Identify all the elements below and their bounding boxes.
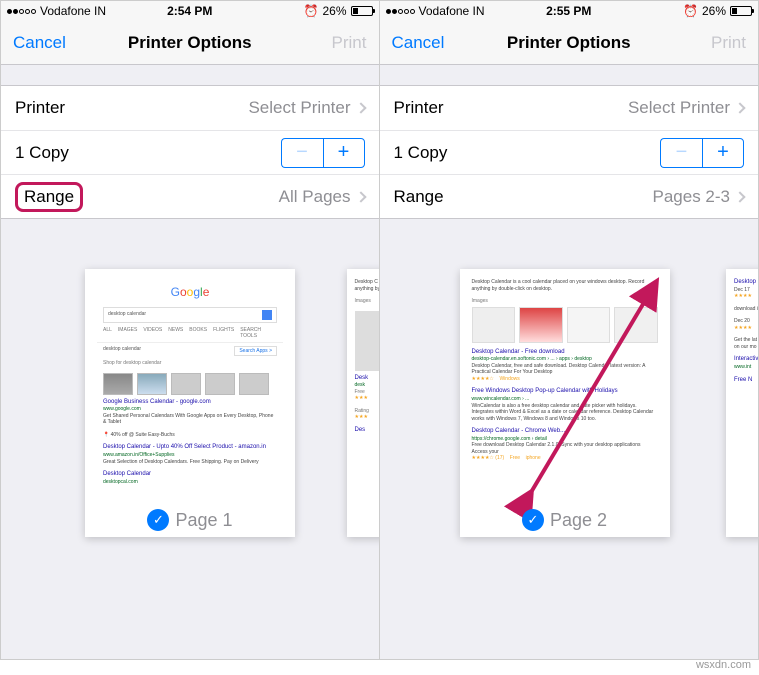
page-title: Printer Options [128,33,252,53]
page-thumbnail-2[interactable]: Desktop Calendar is a cool calendar plac… [460,269,670,537]
watermark: wsxdn.com [696,659,751,671]
row-range[interactable]: Range All Pages [1,174,379,218]
panel-right: Vodafone IN 2:55 PM ⏰ 26% Cancel Printer… [380,1,759,659]
row-range[interactable]: Range Pages 2-3 [380,174,759,218]
printer-value: Select Printer [628,98,730,118]
printer-value: Select Printer [248,98,350,118]
settings-list: Printer Select Printer 1 Copy − + Range … [380,85,759,219]
copies-label: 1 Copy [15,143,69,163]
cancel-button[interactable]: Cancel [13,33,66,53]
screenshot-pair: Vodafone IN 2:54 PM ⏰ 26% Cancel Printer… [0,0,759,660]
range-label: Range [394,187,444,207]
row-copies: 1 Copy − + [1,130,379,174]
settings-list: Printer Select Printer 1 Copy − + Range [1,85,379,219]
clock-time: 2:54 PM [167,4,212,18]
clock-time: 2:55 PM [546,4,591,18]
chevron-right-icon [734,191,745,202]
signal-strength-icon [7,9,36,14]
decrement-button[interactable]: − [281,138,323,168]
range-value: Pages 2-3 [653,187,731,207]
nav-bar: Cancel Printer Options Print [380,21,759,65]
copies-stepper: − + [281,138,365,168]
check-icon: ✓ [147,509,169,531]
alarm-icon: ⏰ [304,4,319,18]
page-thumbnail-next[interactable]: DesktopDec 17★★★★ download i Dec 20★★★★ … [726,269,758,537]
copies-label: 1 Copy [394,143,448,163]
chevron-right-icon [355,191,366,202]
carrier-label: Vodafone IN [40,4,106,18]
print-button[interactable]: Print [711,33,746,53]
page-thumbnail-1[interactable]: Google desktop calendar ALLIMAGESVIDEOSN… [85,269,295,537]
copies-stepper: − + [660,138,744,168]
range-label-highlighted: Range [15,182,83,212]
decrement-button[interactable]: − [660,138,702,168]
status-bar: Vodafone IN 2:55 PM ⏰ 26% [380,1,759,21]
nav-bar: Cancel Printer Options Print [1,21,379,65]
battery-percentage: 26% [702,4,726,18]
row-printer[interactable]: Printer Select Printer [380,86,759,130]
page-thumbnail-next[interactable]: Desktop Canything by Images DeskdeskFree… [347,269,379,537]
check-icon: ✓ [522,509,544,531]
alarm-icon: ⏰ [683,4,698,18]
print-button[interactable]: Print [332,33,367,53]
printer-label: Printer [394,98,444,118]
chevron-right-icon [355,102,366,113]
increment-button[interactable]: + [323,138,365,168]
range-value: All Pages [279,187,351,207]
row-copies: 1 Copy − + [380,130,759,174]
preview-scroll[interactable]: Google desktop calendar ALLIMAGESVIDEOSN… [1,245,379,659]
chevron-right-icon [734,102,745,113]
page-label: ✓ Page 1 [85,509,295,531]
row-printer[interactable]: Printer Select Printer [1,86,379,130]
cancel-button[interactable]: Cancel [392,33,445,53]
panel-left: Vodafone IN 2:54 PM ⏰ 26% Cancel Printer… [1,1,380,659]
page-label: ✓ Page 2 [460,509,670,531]
battery-icon [730,6,752,16]
battery-icon [351,6,373,16]
printer-label: Printer [15,98,65,118]
battery-percentage: 26% [322,4,346,18]
increment-button[interactable]: + [702,138,744,168]
preview-scroll[interactable]: Desktop Calendar is a cool calendar plac… [380,245,759,659]
signal-strength-icon [386,9,415,14]
status-bar: Vodafone IN 2:54 PM ⏰ 26% [1,1,379,21]
carrier-label: Vodafone IN [419,4,485,18]
page-title: Printer Options [507,33,631,53]
